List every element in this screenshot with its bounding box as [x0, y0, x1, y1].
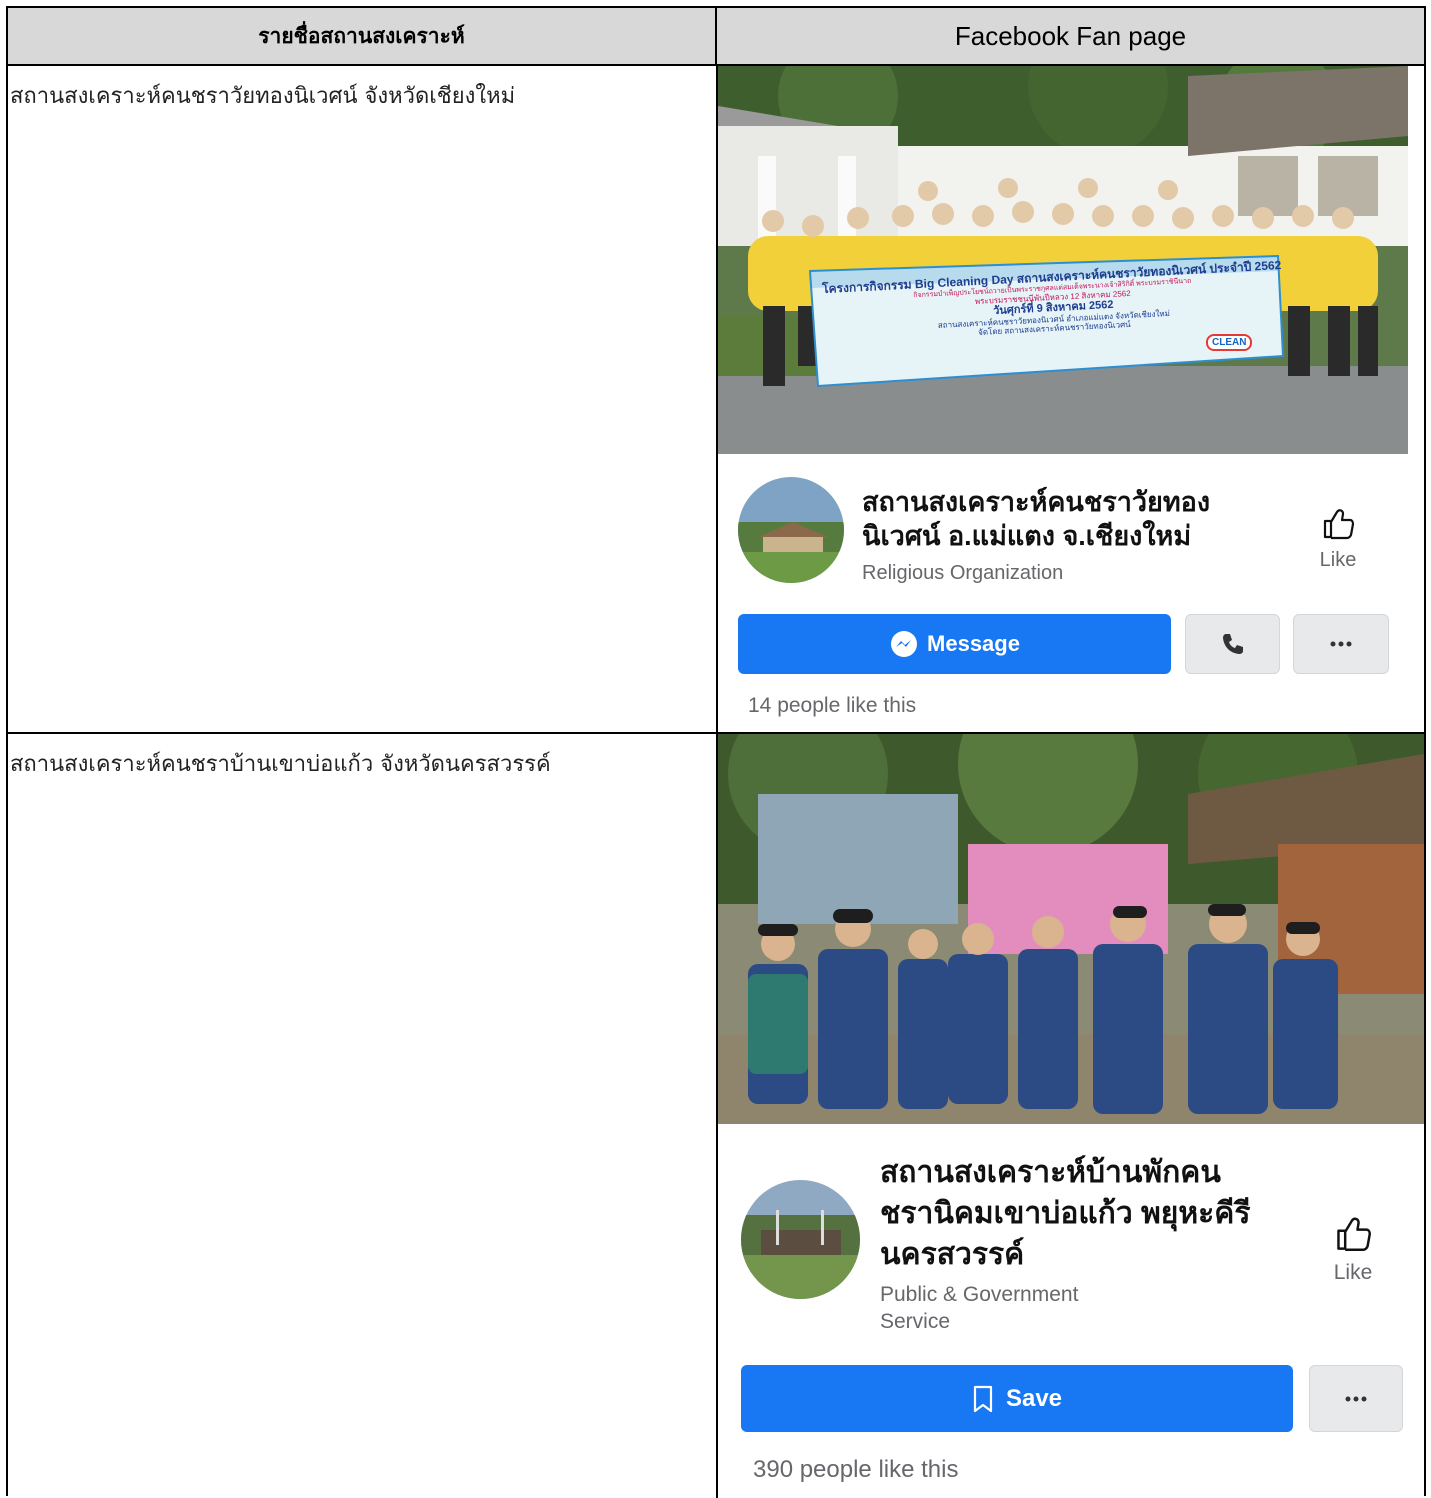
page-category-2-line-1: Public & Government [880, 1283, 1079, 1306]
cover-photo-1: โครงการกิจกรรม Big Cleaning Day สถานสงเค… [718, 66, 1408, 454]
thumbs-up-icon [1323, 509, 1355, 540]
page-avatar-2[interactable] [741, 1180, 860, 1299]
like-button-1[interactable]: Like [1308, 506, 1368, 572]
page-title-1-line-1[interactable]: สถานสงเคราะห์คนชราวัยทอง [862, 486, 1210, 520]
facebook-page-card-2: สถานสงเคราะห์บ้านพักคน ชรานิคมเขาบ่อแก้ว… [718, 1124, 1424, 1498]
more-icon [1330, 641, 1352, 647]
page-title-2-line-2[interactable]: ชรานิคมเขาบ่อแก้ว พยุหะคีรี [880, 1195, 1250, 1233]
like-label-2: Like [1333, 1261, 1373, 1284]
cover-photo-2 [718, 734, 1424, 1124]
message-button-label: Message [927, 631, 1020, 656]
banner-badge: CLEAN [1206, 334, 1253, 351]
column-header-facebook: Facebook Fan page [717, 8, 1424, 66]
page-avatar-1[interactable] [738, 477, 844, 583]
shelter-name-2: สถานสงเคราะห์คนชราบ้านเขาบ่อแก้ว จังหวัด… [10, 752, 551, 777]
page-title-1-line-2[interactable]: นิเวศน์ อ.แม่แตง จ.เชียงใหม่ [862, 520, 1191, 554]
thumbs-up-icon [1337, 1217, 1371, 1251]
more-button-2[interactable] [1309, 1365, 1403, 1432]
message-button[interactable]: Message [738, 614, 1171, 674]
shelter-name-1: สถานสงเคราะห์คนชราวัยทองนิเวศน์ จังหวัดเ… [10, 84, 516, 109]
bookmark-icon [973, 1385, 993, 1412]
page-category-2-line-2: Service [880, 1310, 951, 1333]
save-button-label: Save [1005, 1384, 1063, 1412]
like-label-1: Like [1319, 549, 1357, 571]
like-button-2[interactable]: Like [1323, 1214, 1383, 1285]
page-title-2-line-3[interactable]: นครสวรรค์ [880, 1236, 1024, 1274]
page-category-1: Religious Organization [862, 562, 1064, 584]
fanpage-table: รายชื่อสถานสงเคราะห์ Facebook Fan page ส… [6, 6, 1426, 1498]
more-button-1[interactable] [1293, 614, 1389, 674]
page-likes-count-1: 14 people like this [748, 694, 917, 717]
column-header-names: รายชื่อสถานสงเคราะห์ [8, 8, 717, 66]
save-button[interactable]: Save [741, 1365, 1293, 1432]
facebook-page-card-1: สถานสงเคราะห์คนชราวัยทอง นิเวศน์ อ.แม่แต… [718, 454, 1424, 732]
call-button[interactable] [1185, 614, 1280, 674]
more-icon [1345, 1396, 1367, 1401]
phone-icon [1222, 634, 1243, 654]
page-title-2-line-1[interactable]: สถานสงเคราะห์บ้านพักคน [880, 1154, 1221, 1192]
page-likes-count-2: 390 people like this [753, 1456, 959, 1483]
messenger-icon [891, 631, 918, 657]
